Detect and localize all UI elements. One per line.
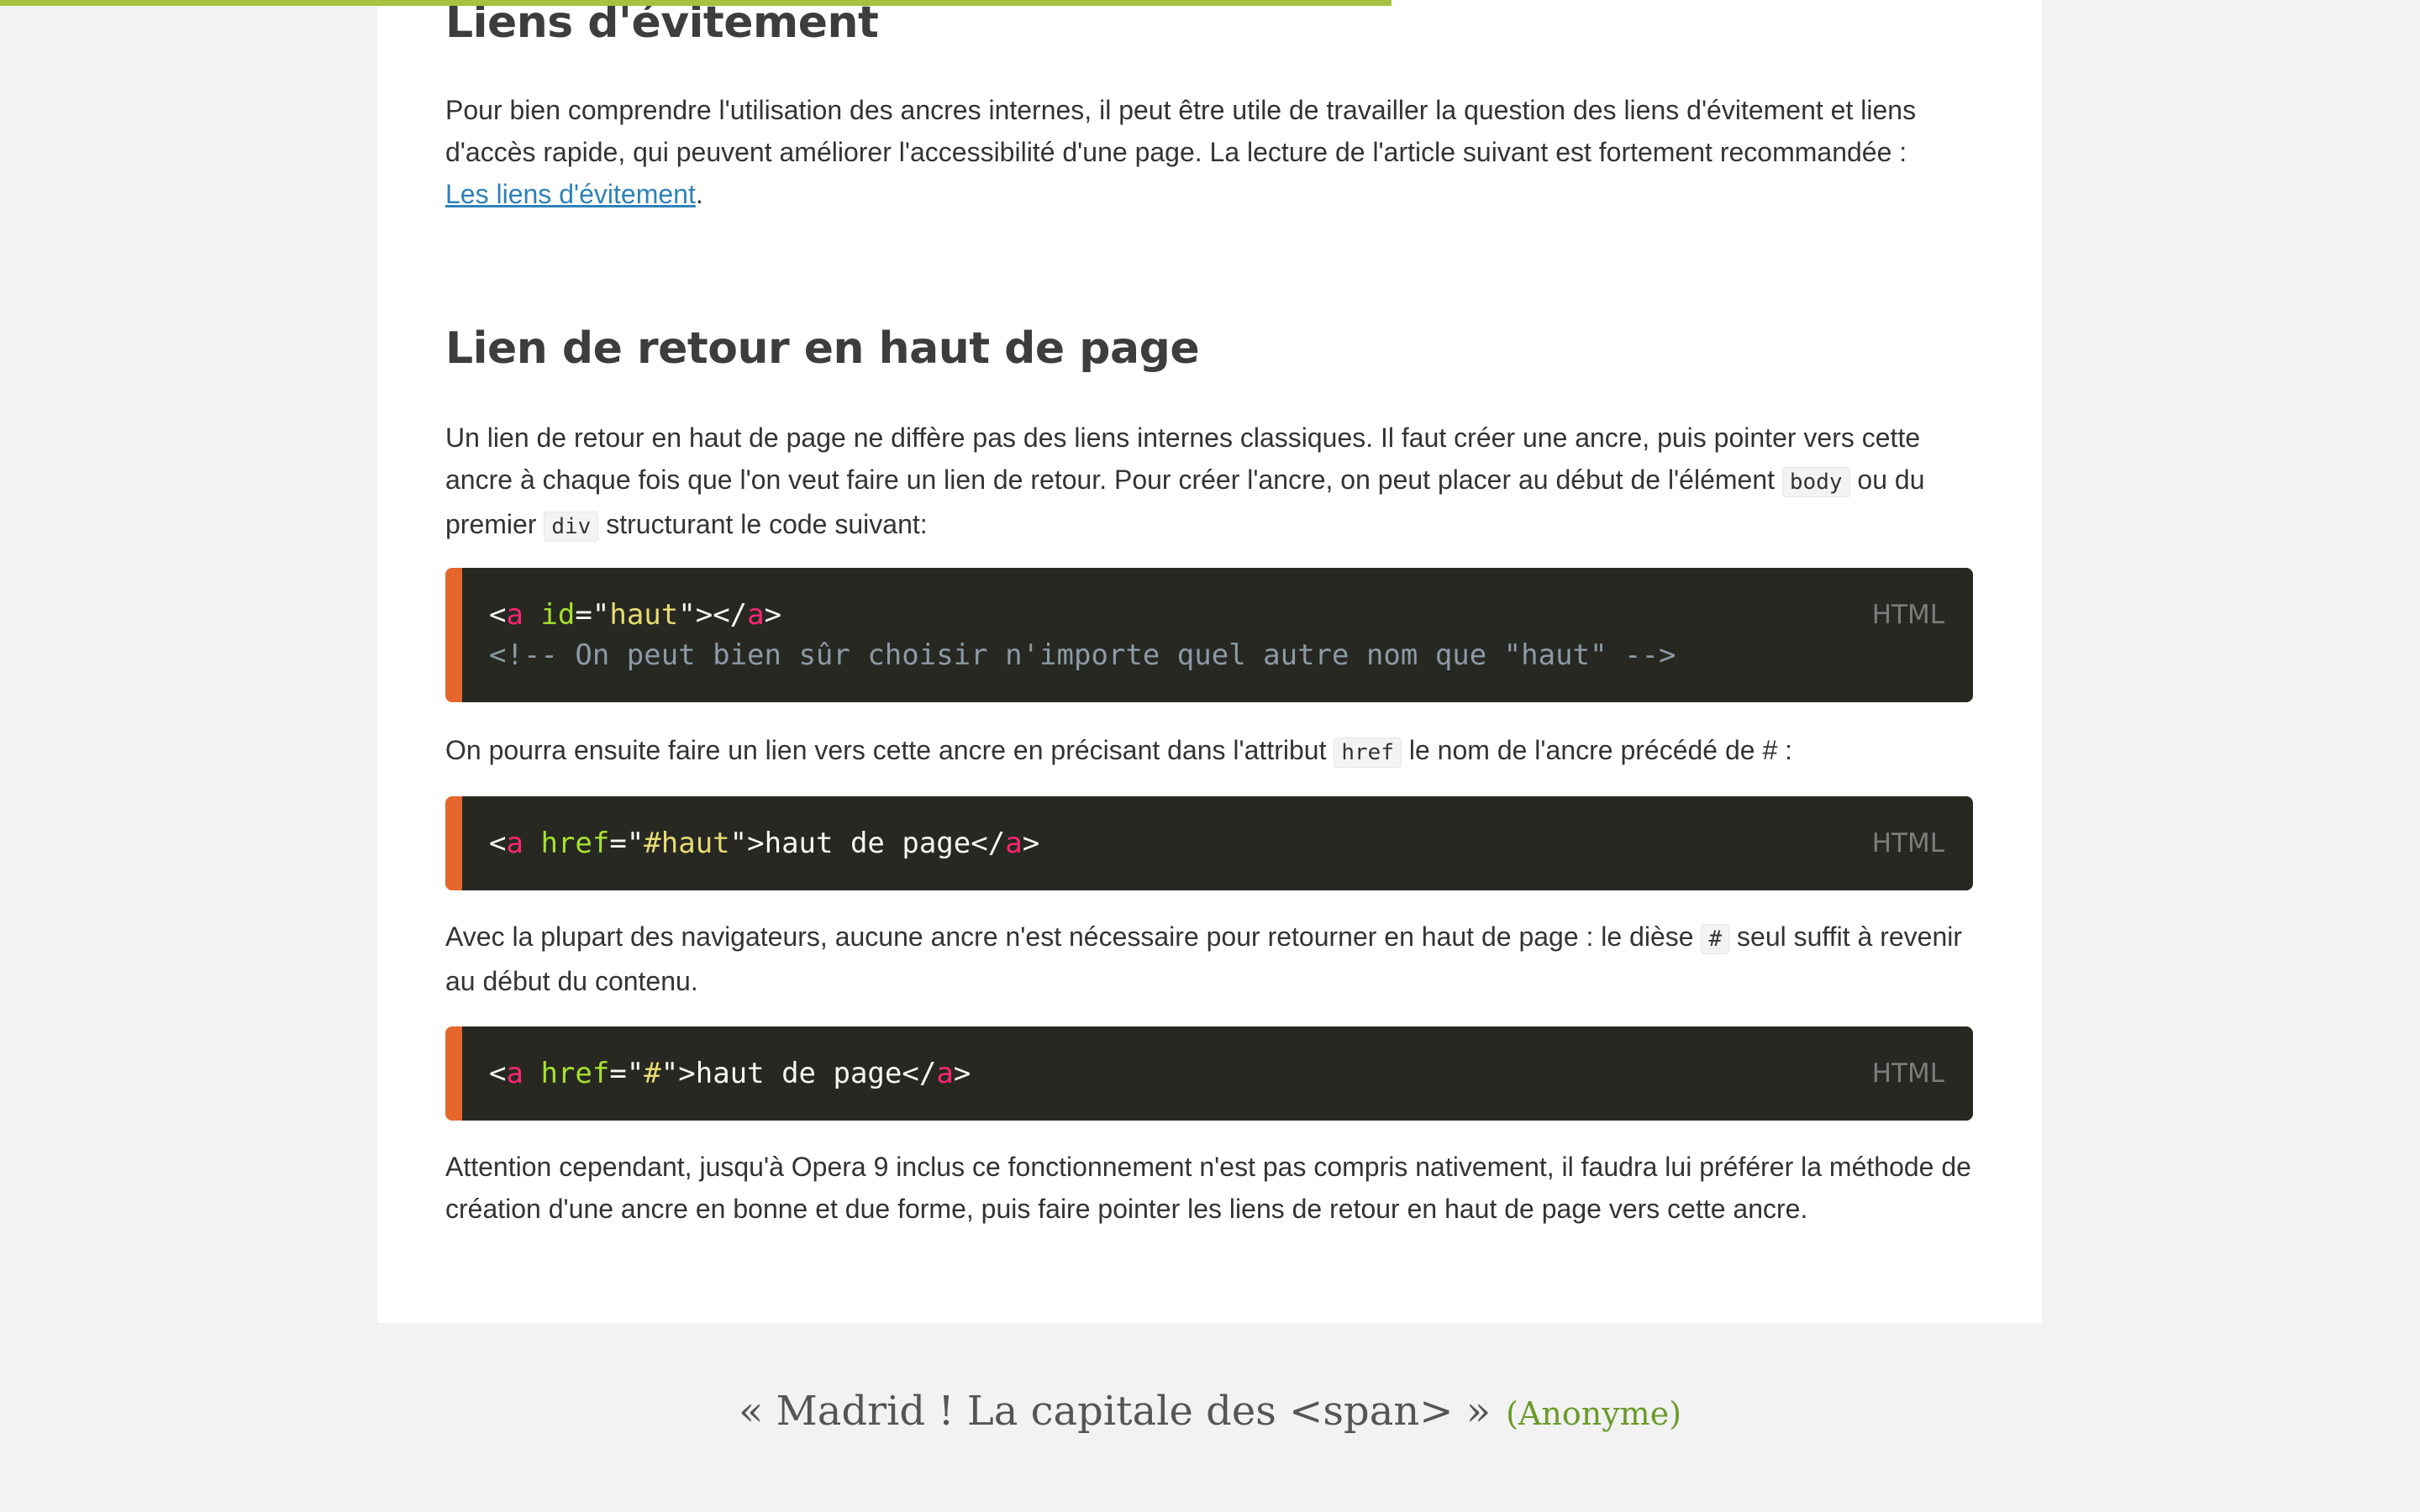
code-language-label: HTML: [1871, 828, 1944, 858]
code-token-tag: a: [1005, 827, 1023, 860]
code-token-punct: ">: [729, 827, 765, 860]
skip-links-article-link[interactable]: Les liens d'évitement: [445, 179, 696, 209]
code-line: <!-- On peut bien sûr choisir n'importe …: [489, 635, 1676, 675]
href-paragraph: On pourra ensuite faire un lien vers cet…: [445, 729, 1973, 774]
code-language-label: HTML: [1871, 1058, 1944, 1089]
footer-quote: « Madrid ! La capitale des <span> » (Anon…: [0, 1384, 2420, 1441]
code-token-tag: a: [506, 827, 523, 860]
skip-links-paragraph: Pour bien comprendre l'utilisation des a…: [445, 89, 1973, 215]
code-token-punct: "></: [678, 598, 748, 632]
code-token-punct: <: [489, 827, 507, 860]
inline-code-div: div: [544, 512, 599, 542]
code-token-tag: a: [936, 1057, 954, 1090]
inline-code-href: href: [1334, 738, 1402, 768]
hash-only-paragraph: Avec la plupart des navigateurs, aucune …: [445, 916, 1973, 1002]
code-lines: <a id="haut"></a> <!-- On peut bien sûr c…: [489, 595, 1676, 675]
intro-text-start: Un lien de retour en haut de page ne dif…: [445, 423, 1921, 495]
code-token-attr: href: [540, 827, 610, 860]
code-token-punct: <: [489, 1057, 507, 1090]
inline-code-body: body: [1781, 467, 1850, 497]
code-token-text: haut de page: [764, 827, 971, 860]
code-token-attr: href: [540, 1057, 610, 1090]
inline-code-hash: #: [1701, 924, 1730, 954]
back-to-top-intro-paragraph: Un lien de retour en haut de page ne dif…: [445, 417, 1973, 548]
code-token-str: #haut: [644, 827, 730, 860]
code-token-tag: a: [506, 1057, 523, 1090]
code-token-str: haut: [609, 598, 679, 632]
code-token-tag: a: [747, 598, 765, 632]
code-block-link-to-anchor[interactable]: <a href="#haut">haut de page</a> HTML: [445, 796, 1973, 890]
reading-progress-bar: [0, 0, 1392, 6]
code-token-comment: <!-- On peut bien sûr choisir n'importe …: [489, 638, 1676, 672]
article-card: Liens d'évitement Pour bien comprendre l…: [377, 0, 2042, 1323]
code-line: <a href="#">haut de page</a>: [489, 1053, 971, 1094]
section-title-back-to-top: Lien de retour en haut de page: [445, 323, 1200, 374]
code-token-attr: id: [540, 598, 576, 632]
hash-text-start: Avec la plupart des navigateurs, aucune …: [445, 921, 1694, 952]
skip-links-text: Pour bien comprendre l'utilisation des a…: [445, 95, 1917, 167]
quote-text: « Madrid ! La capitale des <span> »: [738, 1388, 1491, 1435]
code-token-punct: ">: [660, 1057, 696, 1090]
code-token-tag: a: [506, 598, 523, 632]
code-lines: <a href="#haut">haut de page</a>: [489, 823, 1039, 864]
code-token-punct: >: [953, 1057, 971, 1090]
code-token-punct: >: [764, 598, 782, 632]
quote-author: (Anonyme): [1506, 1395, 1682, 1432]
code-token-punct: =": [575, 598, 610, 632]
opera-warning-paragraph: Attention cependant, jusqu'à Opera 9 inc…: [445, 1152, 1971, 1224]
code-language-label: HTML: [1871, 600, 1944, 630]
code-token-punct: =": [609, 827, 644, 860]
href-text-start: On pourra ensuite faire un lien vers cet…: [445, 735, 1327, 765]
code-token-punct: <: [489, 598, 507, 632]
href-text-end: le nom de l'ancre précédé de # :: [1408, 735, 1793, 765]
code-token-punct: >: [1022, 827, 1040, 860]
code-token-punct: </: [902, 1057, 937, 1090]
intro-text-end: structurant le code suivant:: [606, 509, 928, 539]
code-line: <a href="#haut">haut de page</a>: [489, 823, 1039, 864]
code-block-hash-link[interactable]: <a href="#">haut de page</a> HTML: [445, 1026, 1973, 1121]
code-line: <a id="haut"></a>: [489, 595, 1676, 635]
code-token-punct: </: [971, 827, 1006, 860]
code-token-text: haut de page: [695, 1057, 902, 1090]
code-token-punct: =": [609, 1057, 644, 1090]
link-trailing-period: .: [695, 179, 703, 209]
code-block-anchor[interactable]: <a id="haut"></a> <!-- On peut bien sûr c…: [445, 568, 1973, 702]
code-lines: <a href="#">haut de page</a>: [489, 1053, 971, 1094]
section-title-skip-links: Liens d'évitement: [445, 0, 879, 48]
code-token-str: #: [644, 1057, 661, 1090]
